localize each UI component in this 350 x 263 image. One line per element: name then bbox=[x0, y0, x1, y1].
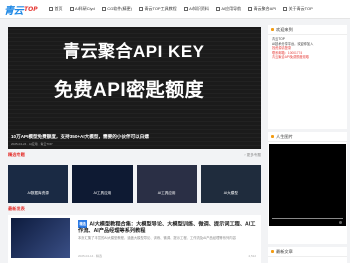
thumb-caption: AI数据库资源 bbox=[27, 191, 49, 195]
welcome-widget-header: 欢迎来到 bbox=[268, 25, 347, 35]
hero-line-2: 免费API密匙额度 bbox=[54, 80, 205, 101]
life-widget-header: 人生图片 bbox=[268, 132, 347, 142]
api-icon bbox=[248, 7, 253, 11]
post-title-text: AI大模型教程合集：大模型导论、大模型训练、微调、提示词工程、AI工作流、AI产… bbox=[78, 221, 256, 235]
thumb-card[interactable]: AI工具应用 bbox=[72, 165, 133, 203]
top-navbar: 青云 TOP 首页 AI科研Ciyd CG软件(精更) 青云TOP工具教程 AI… bbox=[0, 0, 350, 19]
hero-meta: 2025-04-24 · AI应用 · 青云TOP bbox=[11, 142, 53, 146]
hero-banner[interactable]: 青云聚合API KEY 免费API密匙额度 10万API模型免费额度，支持350… bbox=[8, 27, 261, 149]
software-icon bbox=[101, 7, 106, 11]
widget-dot-icon bbox=[271, 28, 274, 31]
nav-about[interactable]: 关于青云TOP bbox=[283, 6, 313, 12]
book-icon bbox=[69, 7, 74, 11]
site-logo[interactable]: 青云 TOP bbox=[4, 3, 38, 17]
hero-caption[interactable]: 10万API模型免费额度，支持350+AI大模型，需要的小伙伴可以白嫖 bbox=[11, 134, 258, 140]
post-tag: 精选 bbox=[78, 220, 88, 228]
thumb-card[interactable]: AI数据库资源 bbox=[8, 165, 69, 203]
sidebar-life-widget: 人生图片 bbox=[268, 132, 347, 244]
nav-api[interactable]: 青云聚合API bbox=[248, 6, 276, 12]
about-icon bbox=[283, 7, 288, 11]
thumb-caption: AI大模型 bbox=[223, 191, 238, 195]
sidebar-video-player[interactable] bbox=[269, 144, 346, 226]
latest-section-header: 最新发表 bbox=[8, 205, 261, 213]
logo-main-text: 青云 bbox=[4, 6, 24, 17]
video-control-icon[interactable] bbox=[339, 221, 342, 224]
video-progress-bar[interactable] bbox=[272, 218, 343, 219]
widget-dot-icon bbox=[271, 250, 274, 253]
thumb-card[interactable]: AI工具应用 bbox=[136, 165, 197, 203]
knowledge-icon bbox=[183, 7, 188, 11]
main-nav: 首页 AI科研Ciyd CG软件(精更) 青云TOP工具教程 AI知识资料 AI… bbox=[49, 6, 320, 12]
nav-ai-knowledge[interactable]: AI知识资料 bbox=[183, 6, 209, 12]
featured-section-header: 精选专题 › 更多专题 bbox=[8, 151, 261, 159]
post-thumbnail[interactable] bbox=[11, 218, 70, 258]
sidebar-welcome-widget: 欢迎来到 青云TOP AI技术分享平台，欢迎你加入 找资源请登录 联系邮箱：10… bbox=[268, 25, 347, 129]
hero-line-1: 青云聚合API KEY bbox=[63, 42, 205, 61]
latest-section-title: 最新发表 bbox=[8, 206, 25, 211]
nav-ai-navigator[interactable]: AI应用导航 bbox=[215, 6, 241, 12]
latest-widget-header: 最新文章 bbox=[268, 247, 347, 257]
thumb-card[interactable]: AI大模型 bbox=[200, 165, 261, 203]
featured-more-link[interactable]: › 更多专题 bbox=[244, 153, 261, 158]
featured-section-title: 精选专题 bbox=[8, 152, 25, 157]
home-icon bbox=[49, 7, 53, 11]
post-views: 2,512 bbox=[248, 254, 256, 258]
nav-ai-research[interactable]: AI科研Ciyd bbox=[69, 6, 95, 12]
sidebar-latest-widget: 最新文章 bbox=[268, 247, 347, 263]
post-title[interactable]: 精选 AI大模型教程合集：大模型导论、大模型训练、微调、提示词工程、AI工作流、A… bbox=[78, 220, 256, 235]
tutorial-icon bbox=[138, 7, 143, 11]
post-meta: 2025-04-14 · 精选 2,512 bbox=[78, 254, 256, 258]
welcome-text: 青云TOP AI技术分享平台，欢迎你加入 找资源请登录 联系邮箱：1000177… bbox=[272, 37, 314, 60]
post-description: 本页汇集了丰富的AI大模型教程，涵盖大模型导论、训练、微调、提示工程、工作流及A… bbox=[78, 236, 236, 240]
post-date: 2025-04-14 · 精选 bbox=[78, 254, 103, 258]
widget-dot-icon bbox=[271, 135, 274, 138]
navigator-icon bbox=[215, 7, 220, 11]
logo-sub-text: TOP bbox=[24, 6, 38, 13]
nav-tutorials[interactable]: 青云TOP工具教程 bbox=[138, 6, 177, 12]
nav-cg-software[interactable]: CG软件(精更) bbox=[101, 6, 132, 12]
thumb-caption: AI工具应用 bbox=[157, 191, 176, 195]
nav-home[interactable]: 首页 bbox=[49, 6, 63, 12]
post-card[interactable]: 精选 AI大模型教程合集：大模型导论、大模型训练、微调、提示词工程、AI工作流、A… bbox=[8, 215, 261, 263]
thumb-caption: AI工具应用 bbox=[93, 191, 112, 195]
featured-thumbnails: AI数据库资源 AI工具应用 AI工具应用 AI大模型 bbox=[8, 165, 261, 203]
